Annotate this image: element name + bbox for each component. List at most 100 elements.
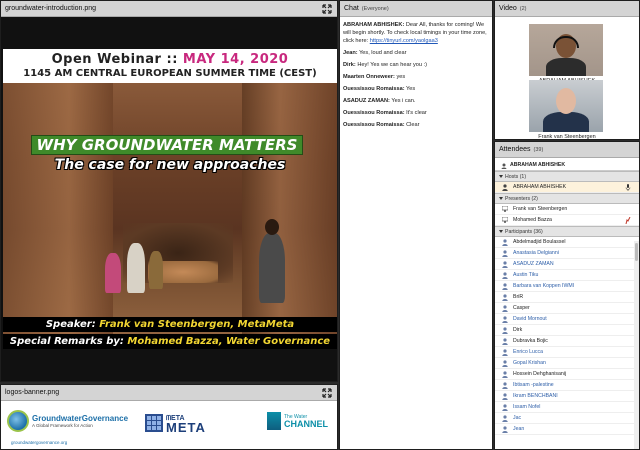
fullscreen-icon[interactable] <box>322 388 332 398</box>
slide-time: 1145 AM CENTRAL EUROPEAN SUMMER TIME (CE… <box>23 68 317 79</box>
participant-icon <box>502 426 508 433</box>
presenter-row[interactable]: Frank van Steenbergen <box>495 204 639 215</box>
participant-name: Jac <box>513 415 522 421</box>
participant-icon <box>502 261 508 268</box>
presenter-name: Frank van Steenbergen <box>513 206 568 212</box>
chat-messages[interactable]: ABRAHAM ABHISHEK: Dear All, thanks for c… <box>340 18 492 449</box>
scrollbar-thumb[interactable] <box>635 243 638 261</box>
chat-sender: Ouessissou Romaissa: <box>343 86 405 92</box>
chat-message: ASADUZ ZAMAN: Yes i can. <box>343 97 489 105</box>
metameta-grid-icon <box>145 414 163 432</box>
logos-pod-title-bar[interactable]: logos-banner.png <box>1 385 337 401</box>
participant-row[interactable]: Jac <box>495 413 639 424</box>
remarks-label: Special Remarks by: <box>9 336 128 347</box>
logos-pod: logos-banner.png GroundwaterGovernance A… <box>0 384 338 450</box>
current-user-name: ABRAHAM ABHISHEK <box>510 162 566 168</box>
chat-sender: Ouessissou Romaissa: <box>343 110 405 116</box>
share-pod-title: groundwater-introduction.png <box>5 5 97 12</box>
participant-row[interactable]: Abdelmadjid Boulassel <box>495 237 639 248</box>
globe-icon <box>7 410 29 432</box>
gg-url: groundwatergovernance.org <box>11 440 68 445</box>
video-feed-abraham[interactable] <box>529 24 603 76</box>
chat-message: Maarten Onneweer: yes <box>343 73 489 81</box>
participant-name: Jean <box>513 426 525 432</box>
participant-row[interactable]: Ibtisam -palestine <box>495 380 639 391</box>
presenters-section[interactable]: Presenters (2) <box>495 193 639 204</box>
microphone-icon <box>625 184 631 191</box>
attendee-list[interactable]: ABRAHAM ABHISHEK Hosts (1) ABRAHAM ABHIS… <box>495 159 639 449</box>
participant-row[interactable]: Jean <box>495 424 639 435</box>
participant-name: Dirk <box>513 327 523 333</box>
participant-icon <box>502 360 508 367</box>
participant-row[interactable]: Austin Tiku <box>495 270 639 281</box>
participant-row[interactable]: Anastasia Delgianni <box>495 248 639 259</box>
share-pod: groundwater-introduction.png Open Webina… <box>0 0 338 382</box>
participant-icon <box>502 272 508 279</box>
attendees-scrollbar[interactable] <box>634 241 639 449</box>
participant-name: Hossein Dehghanisanij <box>513 371 567 377</box>
chat-text: Yes, loud and clear <box>359 50 407 56</box>
host-name: ABRAHAM ABHISHEK <box>513 184 567 190</box>
slide-subtitle: The case for new approaches <box>54 157 286 173</box>
participant-row[interactable]: Enrico Lucca <box>495 347 639 358</box>
participant-row[interactable]: Hossein Dehghanisanij <box>495 369 639 380</box>
slide-heading-prefix: Open Webinar :: <box>51 52 183 67</box>
participant-name: ASADUZ ZAMAN <box>513 261 554 267</box>
participant-icon <box>502 371 508 378</box>
participant-icon <box>502 415 508 422</box>
chat-link[interactable]: https://tinyurl.com/yaolgaa3 <box>370 38 438 44</box>
participant-row[interactable]: Barbara van Koppen IWMI <box>495 281 639 292</box>
attendees-pod-title-bar[interactable]: Attendees (39) <box>495 142 639 158</box>
chat-pod: Chat (Everyone) ABRAHAM ABHISHEK: Dear Al… <box>339 0 493 450</box>
participant-row[interactable]: Ikram BENCHBANI <box>495 391 639 402</box>
participant-row[interactable]: BriR <box>495 292 639 303</box>
chat-sender: Dirk: <box>343 62 356 68</box>
participant-name: Issam Nofel <box>513 404 541 410</box>
groundwater-pit-photo: WHY GROUNDWATER MATTERS The case for new… <box>3 83 337 349</box>
shared-slide: Open Webinar :: MAY 14, 2020 1145 AM CEN… <box>3 49 337 349</box>
current-user[interactable]: ABRAHAM ABHISHEK <box>495 159 639 171</box>
chat-sender: Ouessissou Romaissa: <box>343 122 405 128</box>
participant-row[interactable]: Dubravka Bojic <box>495 336 639 347</box>
participant-row[interactable]: Gopal Krishan <box>495 358 639 369</box>
participant-name: Ibtisam -palestine <box>513 382 554 388</box>
participant-icon <box>502 338 508 345</box>
participant-icon <box>502 305 508 312</box>
participant-icon <box>502 404 508 411</box>
share-pod-title-bar[interactable]: groundwater-introduction.png <box>1 1 337 17</box>
participant-icon <box>502 239 508 246</box>
video-pod: Video(2) ABRAHAM ABHISHEK Frank van Stee… <box>494 0 640 140</box>
participant-name: Gopal Krishan <box>513 360 546 366</box>
chat-pod-title-bar[interactable]: Chat (Everyone) <box>340 1 492 17</box>
chat-text: yes <box>396 74 406 80</box>
participant-icon <box>502 393 508 400</box>
chat-title: Chat <box>344 5 359 12</box>
participants-section[interactable]: Participants (36) <box>495 226 639 237</box>
slide-date: MAY 14, 2020 <box>182 52 289 67</box>
slide-heading: Open Webinar :: MAY 14, 2020 <box>3 52 337 67</box>
chat-sender: ABRAHAM ABHISHEK: <box>343 22 405 28</box>
raised-hand-icon <box>625 216 631 225</box>
participant-name: Austin Tiku <box>513 272 539 278</box>
hosts-section[interactable]: Hosts (1) <box>495 171 639 182</box>
participant-row[interactable]: Casper <box>495 303 639 314</box>
logos-banner: GroundwaterGovernance A Global Framework… <box>3 404 337 449</box>
participant-row[interactable]: Dirk <box>495 325 639 336</box>
participant-row[interactable]: ASADUZ ZAMAN <box>495 259 639 270</box>
presenter-row[interactable]: Mohamed Bazza <box>495 215 639 226</box>
chat-message: Dirk: Hey! Yes we can hear you :) <box>343 61 489 69</box>
host-row[interactable]: ABRAHAM ABHISHEK <box>495 182 639 193</box>
video-feed-frank[interactable] <box>529 80 603 132</box>
gg-tagline: A Global Framework for Action <box>32 423 93 428</box>
participant-row[interactable]: David Mornout <box>495 314 639 325</box>
participant-icon <box>502 382 508 389</box>
video-count: (2) <box>519 6 527 12</box>
video-pod-title-bar[interactable]: Video (2) <box>495 1 639 17</box>
remarks-line: Special Remarks by: Mohamed Bazza, Water… <box>3 334 337 349</box>
chat-sender: ASADUZ ZAMAN: <box>343 98 390 104</box>
participant-icon <box>502 349 508 356</box>
fullscreen-icon[interactable] <box>322 4 332 14</box>
presenters-label: Presenters (2) <box>505 196 538 202</box>
participant-name: David Mornout <box>513 316 547 322</box>
participant-row[interactable]: Issam Nofel <box>495 402 639 413</box>
